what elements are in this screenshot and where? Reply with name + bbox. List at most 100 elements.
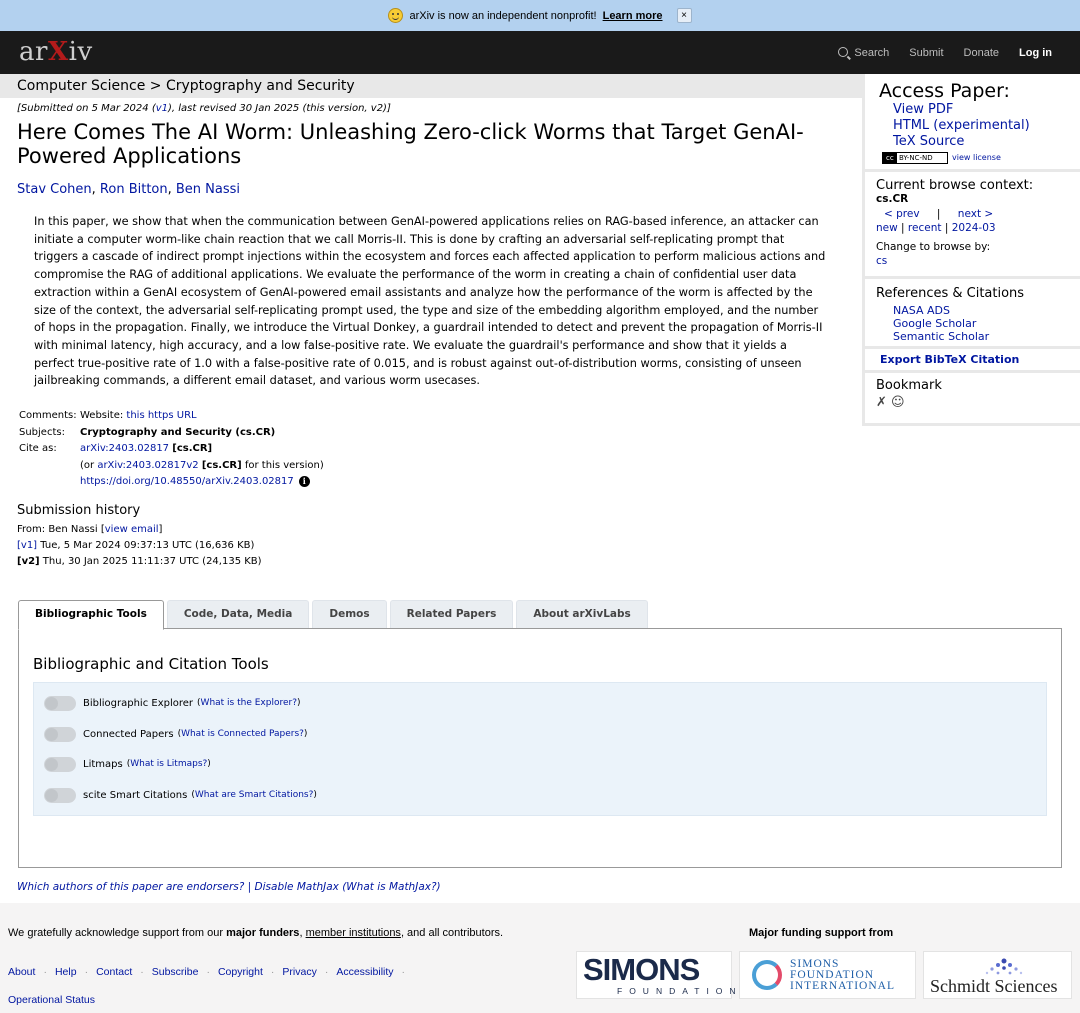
- access-paper-block: Access Paper: View PDF HTML (experimenta…: [865, 74, 1080, 172]
- footer-copyright[interactable]: Copyright: [218, 966, 263, 978]
- submit-link[interactable]: Submit: [909, 47, 943, 59]
- footer-privacy[interactable]: Privacy: [282, 966, 316, 978]
- abstract: In this paper, we show that when the com…: [34, 215, 826, 388]
- footer-contact[interactable]: Contact: [96, 966, 132, 978]
- author-link[interactable]: Stav Cohen: [17, 182, 92, 197]
- sfi-swirl-icon: [752, 960, 782, 990]
- connected-papers-toggle[interactable]: [44, 726, 76, 742]
- view-pdf-link[interactable]: View PDF: [876, 102, 1069, 118]
- tex-source-link[interactable]: TeX Source: [876, 134, 1069, 150]
- footer-operational-status[interactable]: Operational Status: [8, 994, 95, 1006]
- month-link[interactable]: 2024-03: [952, 222, 996, 234]
- major-funders-link[interactable]: major funders: [226, 927, 299, 939]
- litmaps-toggle[interactable]: [44, 756, 76, 772]
- recent-link[interactable]: recent: [908, 222, 942, 234]
- login-link[interactable]: Log in: [1019, 47, 1052, 59]
- smiley-icon: [388, 8, 404, 23]
- labs-tabs: Bibliographic Tools Code, Data, Media De…: [18, 600, 651, 630]
- member-institutions-link[interactable]: member institutions: [306, 927, 401, 939]
- author-link[interactable]: Ron Bitton: [100, 182, 168, 197]
- nasa-ads-link[interactable]: NASA ADS: [893, 304, 1069, 317]
- site-footer: We gratefully acknowledge support from o…: [0, 903, 1080, 1013]
- footer-accessibility[interactable]: Accessibility: [336, 966, 393, 978]
- license-badge[interactable]: cc BY-NC-ND: [882, 152, 948, 164]
- tab-demos[interactable]: Demos: [312, 600, 387, 628]
- submission-history: Submission history From: Ben Nassi [view…: [17, 503, 837, 570]
- schmidt-sciences-logo[interactable]: Schmidt Sciences: [923, 951, 1072, 999]
- what-is-link[interactable]: What is Connected Papers?: [181, 729, 304, 739]
- info-icon[interactable]: i: [298, 476, 310, 488]
- v1-version-link[interactable]: [v1]: [17, 540, 37, 551]
- banner-message: arXiv is now an independent nonprofit!: [409, 9, 597, 22]
- v1-link[interactable]: v1: [156, 103, 168, 114]
- tool-row: scite Smart Citations (What are Smart Ci…: [44, 785, 317, 805]
- close-icon[interactable]: ×: [676, 8, 692, 23]
- footer-subscribe[interactable]: Subscribe: [152, 966, 199, 978]
- submission-dateline: [Submitted on 5 Mar 2024 (v1), last revi…: [17, 103, 391, 114]
- tab-related-papers[interactable]: Related Papers: [389, 600, 514, 628]
- arxiv-logo[interactable]: arXiv: [19, 37, 93, 67]
- subjects-label: Subjects:: [19, 426, 65, 438]
- paper-main: [Submitted on 5 Mar 2024 (v1), last revi…: [17, 103, 837, 570]
- arxiv-v2-link[interactable]: arXiv:2403.02817v2: [97, 460, 198, 471]
- arxiv-id-link[interactable]: arXiv:2403.02817: [80, 443, 169, 454]
- google-scholar-link[interactable]: Google Scholar: [893, 317, 1069, 330]
- version-v1: [v1] Tue, 5 Mar 2024 09:37:13 UTC (16,63…: [17, 539, 255, 551]
- simons-foundation-logo[interactable]: SIMONS FOUNDATION: [576, 951, 736, 999]
- references-title: References & Citations: [876, 286, 1025, 301]
- acknowledgement: We gratefully acknowledge support from o…: [8, 927, 504, 939]
- author-list: Stav Cohen, Ron Bitton, Ben Nassi: [17, 182, 241, 197]
- bibliographic-explorer-toggle[interactable]: [44, 695, 76, 711]
- search-icon: [838, 46, 849, 57]
- view-license-link[interactable]: view license: [952, 153, 1001, 162]
- cite-label: Cite as:: [19, 443, 57, 455]
- top-nav: Search Submit Donate Log in: [818, 31, 1052, 74]
- donate-link[interactable]: Donate: [964, 47, 999, 59]
- new-link[interactable]: new: [876, 222, 898, 234]
- browse-context-value: cs.CR: [876, 193, 909, 205]
- submission-history-heading: Submission history: [17, 502, 141, 518]
- what-is-mathjax-link[interactable]: (What is MathJax?): [342, 881, 440, 893]
- tab-about-arxivlabs[interactable]: About arXivLabs: [516, 600, 648, 628]
- sfi-logo[interactable]: SIMONS FOUNDATION INTERNATIONAL: [739, 951, 916, 999]
- html-link[interactable]: HTML (experimental): [876, 118, 1069, 134]
- references-block: References & Citations NASA ADS Google S…: [865, 279, 1080, 349]
- bibsonomy-icon[interactable]: ✗: [876, 395, 887, 410]
- browse-cs-link[interactable]: cs: [876, 255, 887, 267]
- export-bibtex-link[interactable]: Export BibTeX Citation: [876, 353, 1019, 366]
- doi-link[interactable]: https://doi.org/10.48550/arXiv.2403.0281…: [80, 476, 294, 487]
- major-funding-label: Major funding support from: [749, 927, 894, 939]
- schmidt-dots-icon: [985, 958, 1023, 975]
- footer-about[interactable]: About: [8, 966, 35, 978]
- footer-help[interactable]: Help: [55, 966, 77, 978]
- disable-mathjax-link[interactable]: Disable MathJax: [255, 881, 339, 893]
- website-link[interactable]: this https URL: [126, 410, 196, 421]
- what-is-link[interactable]: What is Litmaps?: [130, 759, 207, 769]
- comments-value: Website: this https URL: [80, 410, 197, 422]
- subjects-value: Cryptography and Security (cs.CR): [80, 426, 276, 438]
- site-header: arXiv Search Submit Donate Log in: [0, 31, 1080, 74]
- comments-label: Comments:: [19, 410, 77, 422]
- view-email-link[interactable]: view email: [105, 524, 159, 535]
- cite-value: arXiv:2403.02817 [cs.CR] (or arXiv:2403.…: [80, 443, 324, 488]
- reddit-icon[interactable]: ☺: [891, 395, 905, 410]
- what-is-link[interactable]: What is the Explorer?: [201, 698, 297, 708]
- paper-title: Here Comes The AI Worm: Unleashing Zero-…: [17, 120, 804, 168]
- learn-more-link[interactable]: Learn more: [603, 10, 663, 22]
- metadata-table: Comments: Website: this https URL Subjec…: [17, 408, 837, 491]
- prev-link[interactable]: < prev: [884, 208, 920, 220]
- access-paper-title: Access Paper:: [879, 80, 1010, 102]
- what-is-link[interactable]: What are Smart Citations?: [195, 790, 314, 800]
- tools-list: Bibliographic Explorer (What is the Expl…: [33, 682, 1047, 816]
- tab-bibliographic-tools[interactable]: Bibliographic Tools: [18, 600, 164, 630]
- change-browse-title: Change to browse by:: [876, 241, 991, 253]
- author-link[interactable]: Ben Nassi: [176, 182, 240, 197]
- scite-toggle[interactable]: [44, 787, 76, 803]
- search-button[interactable]: Search: [838, 46, 889, 59]
- tools-heading: Bibliographic and Citation Tools: [33, 655, 269, 673]
- semantic-scholar-link[interactable]: Semantic Scholar: [893, 330, 1069, 343]
- next-link[interactable]: next >: [958, 208, 993, 220]
- endorsers-link[interactable]: Which authors of this paper are endorser…: [17, 881, 244, 893]
- browse-context-title: Current browse context:: [876, 178, 1034, 193]
- tab-code-data-media[interactable]: Code, Data, Media: [166, 600, 310, 628]
